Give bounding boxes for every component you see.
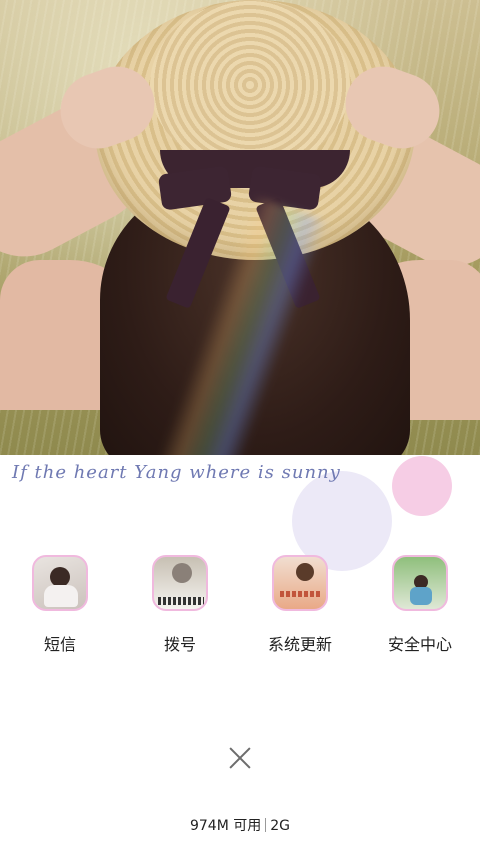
app-system-update[interactable]: 系统更新 — [240, 555, 360, 655]
app-sms[interactable]: 短信 — [0, 555, 120, 655]
decor-bubble-pink — [392, 456, 452, 516]
wallpaper-photo — [0, 0, 480, 455]
memory-total: 2G — [270, 818, 291, 834]
dialer-icon[interactable] — [152, 555, 208, 611]
divider — [265, 818, 267, 832]
security-center-icon[interactable] — [392, 555, 448, 611]
app-shortcuts: 短信 拨号 系统更新 安全中心 — [0, 555, 480, 655]
memory-available: 974M 可用 — [189, 818, 262, 834]
app-dialer[interactable]: 拨号 — [120, 555, 240, 655]
straw-hat-crown — [150, 0, 350, 170]
sms-icon[interactable] — [32, 555, 88, 611]
app-label-system-update: 系统更新 — [267, 635, 332, 654]
app-label-sms: 短信 — [43, 635, 76, 654]
close-icon[interactable] — [226, 744, 254, 772]
wallpaper-quote: If the heart Yang where is sunny — [12, 462, 341, 483]
app-security-center[interactable]: 安全中心 — [360, 555, 480, 655]
system-update-icon[interactable] — [272, 555, 328, 611]
app-label-security-center: 安全中心 — [387, 635, 452, 654]
memory-status: 974M 可用 2G — [0, 815, 480, 835]
app-label-dialer: 拨号 — [163, 635, 196, 654]
